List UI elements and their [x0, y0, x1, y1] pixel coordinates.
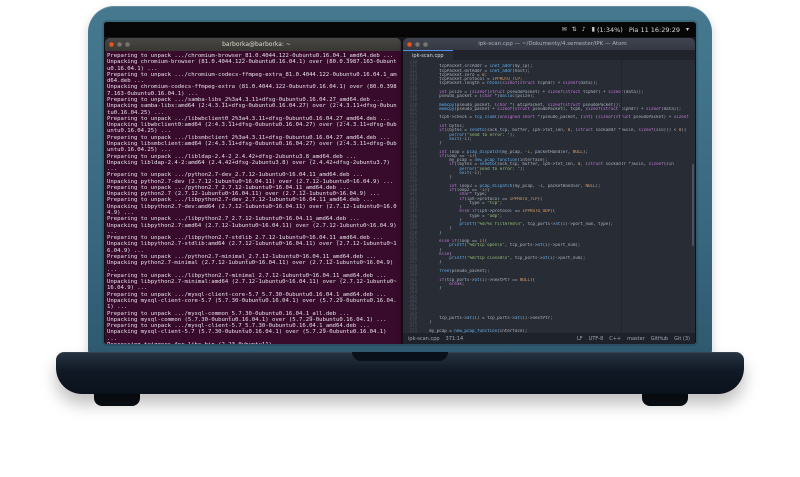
terminal-line: Preparing to unpack .../libsmbclient_2%3… [107, 134, 390, 141]
terminal-line: Unpacking libpython2.7:amd64 (2.7.12-1ub… [107, 222, 400, 235]
terminal-line: Unpacking libsmbclient:amd64 (2:4.3.11+d… [107, 140, 397, 154]
close-icon[interactable] [109, 42, 114, 47]
minimize-icon[interactable] [415, 41, 420, 47]
desktop-workspace: barborka@barborka: ~ Preparing to unpack… [104, 37, 696, 344]
laptop-screen: ✉ ⇅ ♪ ▮ (1:34%) Pia 11 16:29:29 ▾ barborka… [104, 22, 696, 344]
editor-statusbar: ipk-scan.cpp 371:14 LF UTF-8 C++ master GitHu… [403, 333, 695, 344]
terminal-line: Unpacking python2.7-dev (2.7.12-1ubuntu0… [107, 178, 394, 185]
terminal-line: Unpacking mysql-client-core-5.7 (5.7.30-… [107, 297, 397, 311]
terminal-titlebar[interactable]: barborka@barborka: ~ [105, 38, 401, 51]
terminal-line: Unpacking mysql-client-5.7 (5.7.30-0ubun… [107, 329, 390, 342]
laptop: ✉ ⇅ ♪ ▮ (1:34%) Pia 11 16:29:29 ▾ barborka… [0, 0, 800, 477]
editor-scrollbar[interactable] [692, 163, 694, 246]
status-item[interactable]: 371:14 [446, 336, 464, 342]
sound-indicator-icon[interactable]: ♪ [582, 26, 586, 33]
terminal-line: Unpacking chromium-codecs-ffmpeg-extra (… [107, 84, 397, 97]
hinge-notch [352, 352, 448, 361]
terminal-window-controls [109, 42, 130, 47]
status-item[interactable]: LF [577, 336, 583, 342]
terminal-line: Unpacking libpython2.7-dev:amd64 (2.7.12… [107, 203, 397, 217]
terminal-line: Preparing to unpack .../libldap-2.4-2_2.… [107, 153, 357, 160]
terminal-window: barborka@barborka: ~ Preparing to unpack… [105, 38, 401, 344]
editor-window-controls [407, 41, 428, 47]
mail-indicator-icon[interactable]: ✉ [562, 26, 567, 33]
battery-icon: ▮ [591, 26, 595, 33]
network-indicator-icon[interactable]: ⇅ [572, 26, 577, 33]
status-item[interactable]: Git (3) [674, 336, 690, 342]
status-item[interactable]: master [627, 336, 645, 342]
terminal-body[interactable]: Preparing to unpack .../chromium-browser… [105, 51, 401, 344]
tab-ipk-scan[interactable]: ipk-scan.cpp [403, 50, 453, 60]
statusbar-right: LF UTF-8 C++ master GitHub Git (3) [577, 336, 690, 342]
close-icon[interactable] [407, 41, 412, 47]
terminal-line: Processing triggers for libc-bin (2.23-0… [107, 342, 399, 344]
top-panel: ✉ ⇅ ♪ ▮ (1:34%) Pia 11 16:29:29 ▾ [104, 22, 696, 37]
code-editor[interactable]: 310 311 tcpPacket.srcAddr = inet_addr(my_… [403, 60, 695, 333]
panel-indicators: ✉ ⇅ ♪ [562, 26, 586, 33]
minimize-icon[interactable] [117, 42, 122, 47]
terminal-line: Preparing to unpack .../libpython2.7_2.7… [107, 216, 360, 223]
terminal-line: Preparing to unpack .../libpython2.7-dev… [107, 197, 374, 204]
editor-title: ipk-scan.cpp — ~/Dokumenty/4.semester/IP… [478, 41, 627, 47]
editor-tabbar: ipk-scan.cpp [403, 50, 695, 60]
status-item[interactable]: ipk-scan.cpp [408, 336, 440, 342]
terminal-line: Unpacking python2.7-minimal (2.7.12-1ubu… [107, 260, 397, 273]
battery-indicator[interactable]: ▮ (1:34%) [592, 26, 623, 34]
clock[interactable]: Pia 11 16:29:29 [629, 26, 680, 34]
editor-window: ipk-scan.cpp — ~/Dokumenty/4.semester/IP… [403, 38, 695, 344]
terminal-line: Unpacking chromium-browser (81.0.4044.12… [107, 59, 397, 72]
terminal-title: barborka@barborka: ~ [222, 41, 291, 48]
terminal-line: Preparing to unpack .../python2.7-dev_2.… [107, 172, 363, 179]
terminal-line: Unpacking libldap-2.4-2:amd64 (2.4.42+df… [107, 159, 394, 173]
status-item[interactable]: UTF-8 [589, 336, 604, 342]
status-item[interactable]: GitHub [651, 336, 668, 342]
editor-lines: 310 311 tcpPacket.srcAddr = inet_addr(my_… [403, 60, 695, 333]
wrap-guide [621, 60, 622, 333]
terminal-line: Unpacking samba-libs:amd64 (2:4.3.11+dfs… [107, 103, 397, 116]
terminal-line: Unpacking libpython2.7-minimal:amd64 (2.… [107, 279, 397, 292]
session-menu-icon[interactable]: ▾ [686, 26, 689, 33]
battery-label: (1:34%) [596, 25, 623, 34]
statusbar-left: ipk-scan.cpp 371:14 [408, 336, 463, 342]
terminal-line: Unpacking libwbclient0:amd64 (2:4.3.11+d… [107, 122, 397, 135]
terminal-line: Preparing to unpack .../chromium-codecs-… [107, 71, 397, 85]
terminal-line: Unpacking libpython2.7-stdlib:amd64 (2.7… [107, 241, 397, 254]
editor-titlebar[interactable]: ipk-scan.cpp — ~/Dokumenty/4.semester/IP… [403, 38, 695, 50]
status-item[interactable]: C++ [609, 336, 621, 342]
